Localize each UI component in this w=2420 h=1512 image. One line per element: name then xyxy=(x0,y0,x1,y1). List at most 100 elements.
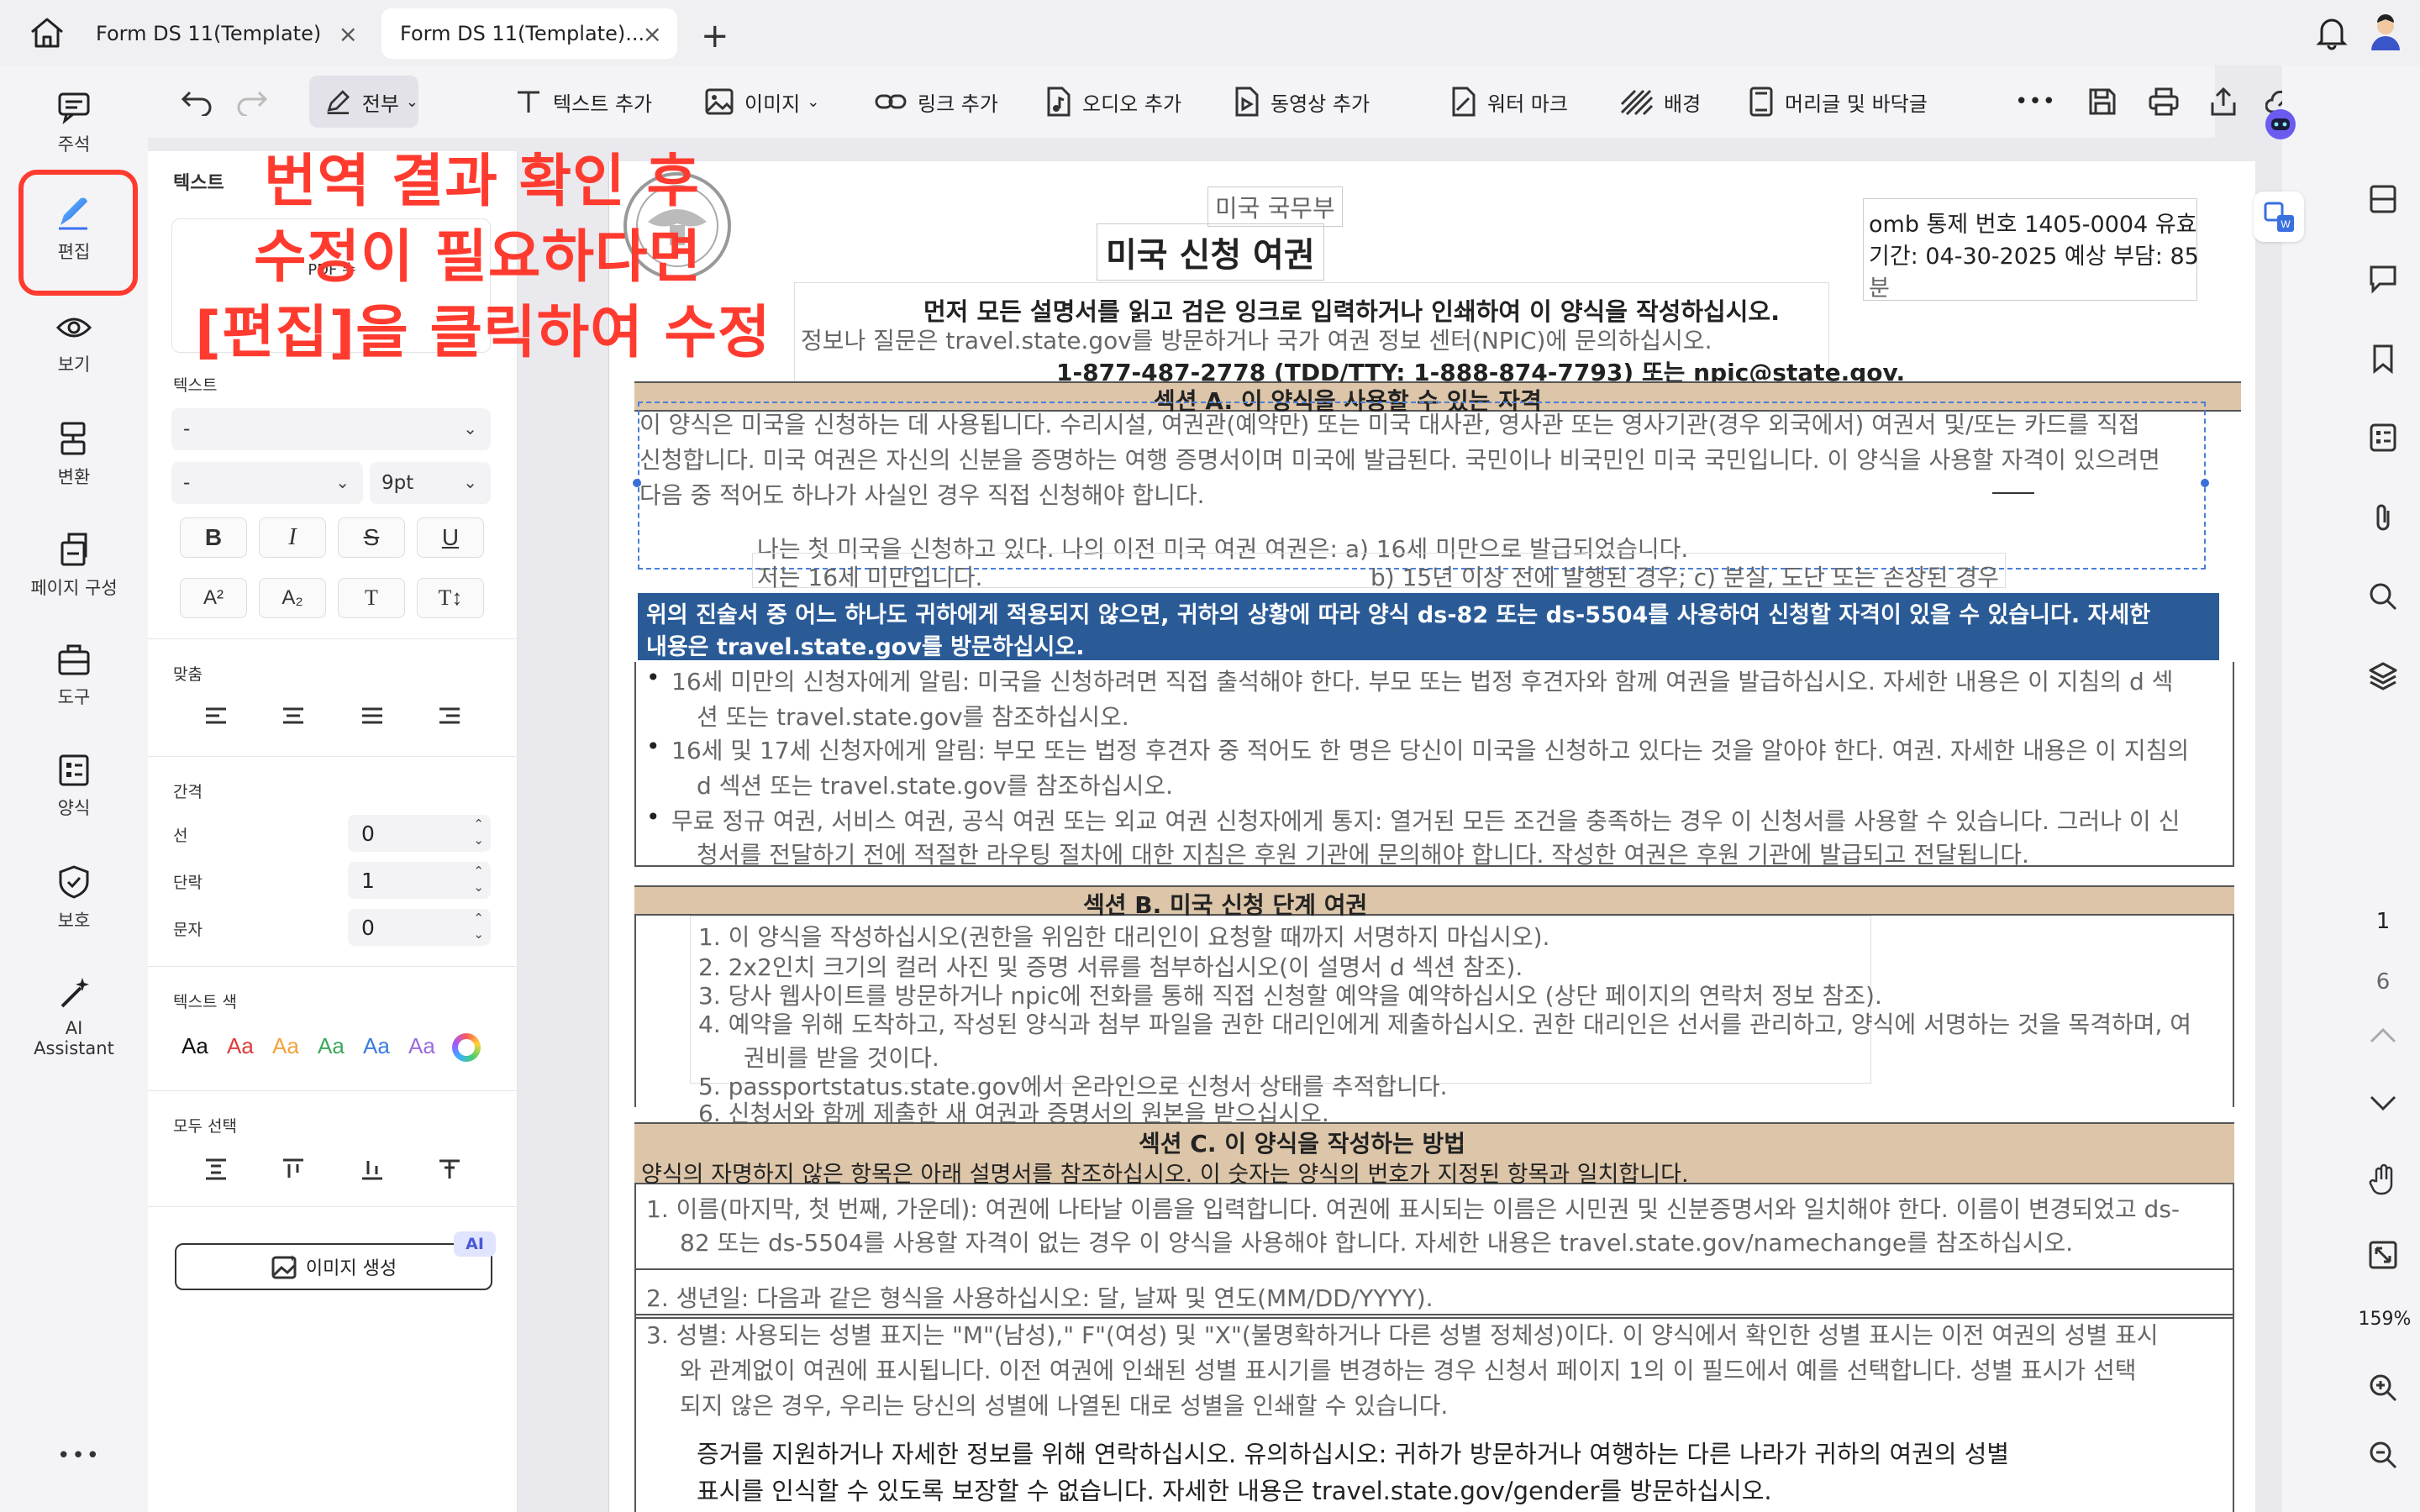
zoom-level[interactable]: 159% xyxy=(2351,1309,2418,1330)
section-a-checkbox-item[interactable]: 저는 16세 미만입니다. xyxy=(757,559,982,593)
align-right-button[interactable] xyxy=(437,706,462,726)
bell-icon[interactable] xyxy=(2316,15,2348,50)
search-button[interactable] xyxy=(2368,581,2398,613)
color-picker-icon[interactable] xyxy=(452,1033,481,1062)
char-spacing-input[interactable]: 0 ⌃ ⌄ xyxy=(348,909,491,946)
background-button[interactable]: 배경 xyxy=(1620,81,1701,123)
align-top-button[interactable] xyxy=(281,1158,306,1181)
section-c-item[interactable]: 1. 이름(마지막, 첫 번째, 가운데): 여권에 나타날 이름을 입력합니다… xyxy=(646,1191,2180,1225)
section-b-step[interactable]: 1. 이 양식을 작성하십시오(권한을 위임한 대리인이 요청할 때까지 서명하… xyxy=(698,919,1549,953)
document-title[interactable]: 미국 신청 여권 xyxy=(1097,223,1324,281)
nav-protect[interactable]: 보호 xyxy=(0,864,148,932)
section-a-bullet[interactable]: 션 또는 travel.state.gov를 참조하십시오. xyxy=(697,699,1129,732)
align-bottom-button[interactable] xyxy=(360,1158,385,1181)
nav-ai-assistant[interactable]: AI Assistant xyxy=(0,974,148,1058)
omb-box[interactable]: omb 통제 번호 1405-0004 유효 기간: 04-30-2025 예상… xyxy=(1863,198,2199,302)
layers-button[interactable] xyxy=(2368,660,2398,692)
nav-view[interactable]: 보기 xyxy=(0,311,148,376)
section-a-paragraph[interactable]: 신청합니다. 미국 여권은 자신의 신분을 증명하는 여행 증명서이며 미국에 … xyxy=(639,442,2160,475)
section-c-item[interactable]: 82 또는 ds-5504를 사용할 자격이 없는 경우 이 양식을 사용해야 … xyxy=(680,1225,2073,1258)
section-a-bullet[interactable]: 무료 정규 여권, 서비스 여권, 공식 여권 또는 외교 여권 신청자에게 통… xyxy=(671,803,2180,837)
section-c-title[interactable]: 섹션 C. 이 양식을 작성하는 방법 xyxy=(1139,1126,1465,1159)
page-number-current[interactable]: 1 xyxy=(2358,909,2408,934)
tab-document-1[interactable]: Form DS 11(Template) × xyxy=(77,8,373,59)
new-tab-button[interactable]: + xyxy=(701,17,729,55)
header-footer-button[interactable]: 머리글 및 바닥글 xyxy=(1748,81,1928,123)
undo-button[interactable] xyxy=(180,81,224,123)
hand-tool-button[interactable] xyxy=(2368,1163,2398,1196)
edit-all-dropdown[interactable]: 전부 ⌄ xyxy=(309,76,418,128)
add-audio-button[interactable]: 오디오 추가 xyxy=(1045,81,1181,123)
font-size-select[interactable]: 9pt ⌄ xyxy=(370,462,491,504)
pdf-page[interactable]: 미국 국무부 미국 신청 여권 omb 통제 번호 1405-0004 유효 기… xyxy=(608,161,2255,1512)
distribute-vertical-button[interactable] xyxy=(203,1158,229,1181)
text-resize-button[interactable]: T↕ xyxy=(417,578,484,618)
color-swatch[interactable]: Aa xyxy=(272,1033,299,1059)
section-c-subtitle[interactable]: 양식의 자명하지 않은 항목은 아래 설명서를 참조하십시오. 이 숫자는 양식… xyxy=(641,1156,1689,1189)
font-style-select[interactable]: - ⌄ xyxy=(171,462,363,504)
section-c-item[interactable]: 되지 않은 경우, 우리는 당신의 성별에 나열된 대로 성별을 인쇄할 수 있… xyxy=(680,1388,1448,1421)
department-label[interactable]: 미국 국무부 xyxy=(1207,186,1343,227)
prev-page-button[interactable] xyxy=(2368,1025,2398,1045)
fit-page-button[interactable] xyxy=(2368,1240,2398,1270)
color-swatch[interactable]: Aa xyxy=(182,1033,208,1059)
color-swatch[interactable]: Aa xyxy=(227,1033,254,1059)
nav-edit[interactable]: 편집 xyxy=(0,193,148,264)
watermark-button[interactable]: 워터 마크 xyxy=(1450,81,1568,123)
section-a-paragraph[interactable]: 이 양식은 미국을 신청하는 데 사용됩니다. 수리시설, 여권관(예약만) 또… xyxy=(639,407,2140,440)
font-family-select[interactable]: - ⌄ xyxy=(171,408,491,450)
generate-image-button[interactable]: 이미지 생성 xyxy=(175,1243,492,1290)
line-spacing-input[interactable]: 0 ⌃ ⌄ xyxy=(348,815,491,852)
nav-comment[interactable]: 주석 xyxy=(0,91,148,156)
more-tools-button[interactable]: ••• xyxy=(2015,81,2056,123)
distribute-horizontal-button[interactable] xyxy=(437,1158,462,1181)
italic-button[interactable]: I xyxy=(259,517,326,558)
section-a-bullet[interactable]: 16세 미만의 신청자에게 알림: 미국을 신청하려면 직접 출석해야 한다. … xyxy=(671,664,2173,697)
panel-layout-button[interactable] xyxy=(2368,183,2398,215)
section-a-checkbox-item[interactable]: b) 15년 이상 전에 발행된 경우; c) 분실, 도난 또는 손상된 경우 xyxy=(1370,559,1999,593)
section-c-item[interactable]: 2. 생년일: 다음과 같은 형식을 사용하십시오: 달, 날짜 및 연도(MM… xyxy=(646,1280,1434,1314)
align-justify-button[interactable] xyxy=(360,706,385,726)
bookmark-button[interactable] xyxy=(2368,343,2398,375)
save-button[interactable] xyxy=(2087,81,2128,123)
document-canvas[interactable]: 미국 국무부 미국 신청 여권 omb 통제 번호 1405-0004 유효 기… xyxy=(518,138,2282,1512)
bold-button[interactable]: B xyxy=(180,517,247,558)
nav-page-organize[interactable]: 페이지 구성 xyxy=(0,531,148,600)
next-page-button[interactable] xyxy=(2368,1094,2398,1114)
add-video-button[interactable]: 동영상 추가 xyxy=(1234,81,1370,123)
color-swatch[interactable]: Aa xyxy=(363,1033,390,1059)
attachment-button[interactable] xyxy=(2368,501,2398,534)
section-c-item[interactable]: 증거를 지원하거나 자세한 정보를 위해 연락하십시오. 유의하십시오: 귀하가… xyxy=(697,1435,2009,1470)
section-a-bullet[interactable]: d 섹션 또는 travel.state.gov를 참조하십시오. xyxy=(697,768,1173,801)
align-left-button[interactable] xyxy=(203,706,229,726)
stepper-arrows-icon[interactable]: ⌃ ⌄ xyxy=(473,911,484,942)
section-c-item[interactable]: 표시를 인식할 수 있도록 보장할 수 없습니다. 자세한 내용은 travel… xyxy=(697,1472,1772,1507)
section-a-bullet[interactable]: 16세 및 17세 신청자에게 알림: 부모 또는 법정 후견자 중 적어도 한… xyxy=(671,732,2189,766)
home-icon[interactable] xyxy=(29,15,66,50)
zoom-in-button[interactable] xyxy=(2368,1373,2398,1404)
text-case-button[interactable]: T xyxy=(338,578,405,618)
more-menu-button[interactable]: ••• xyxy=(57,1443,101,1468)
nav-form[interactable]: 양식 xyxy=(0,753,148,820)
align-center-button[interactable] xyxy=(281,706,306,726)
close-icon[interactable]: × xyxy=(643,20,662,48)
section-a-paragraph[interactable]: 다음 중 적어도 하나가 사실인 경우 직접 신청해야 합니다. xyxy=(639,477,1205,511)
strikethrough-button[interactable]: S xyxy=(338,517,405,558)
add-text-button[interactable]: 텍스트 추가 xyxy=(514,81,652,123)
form-fields-button[interactable] xyxy=(2368,422,2398,454)
avatar[interactable] xyxy=(2368,13,2403,52)
nav-convert[interactable]: 변환 xyxy=(0,420,148,489)
section-c-item[interactable]: 3. 성별: 사용되는 성별 표지는 "M"(남성)," F"(여성) 및 "X… xyxy=(646,1317,2159,1351)
translate-button[interactable]: W xyxy=(2254,192,2304,242)
section-b-step[interactable]: 4. 예약을 위해 도착하고, 작성된 양식과 첨부 파일을 권한 대리인에게 … xyxy=(698,1006,2191,1040)
stepper-arrows-icon[interactable]: ⌃ ⌄ xyxy=(473,816,484,848)
subscript-button[interactable]: A₂ xyxy=(259,578,326,618)
close-icon[interactable]: × xyxy=(339,20,358,48)
paragraph-spacing-input[interactable]: 1 ⌃ ⌄ xyxy=(348,862,491,899)
share-button[interactable] xyxy=(2208,81,2249,123)
print-button[interactable] xyxy=(2148,81,2190,123)
color-swatch[interactable]: Aa xyxy=(408,1033,435,1059)
image-button[interactable]: 이미지 ⌄ xyxy=(704,81,819,123)
color-swatch[interactable]: Aa xyxy=(318,1033,345,1059)
tab-document-2[interactable]: Form DS 11(Template)... × xyxy=(381,8,677,59)
